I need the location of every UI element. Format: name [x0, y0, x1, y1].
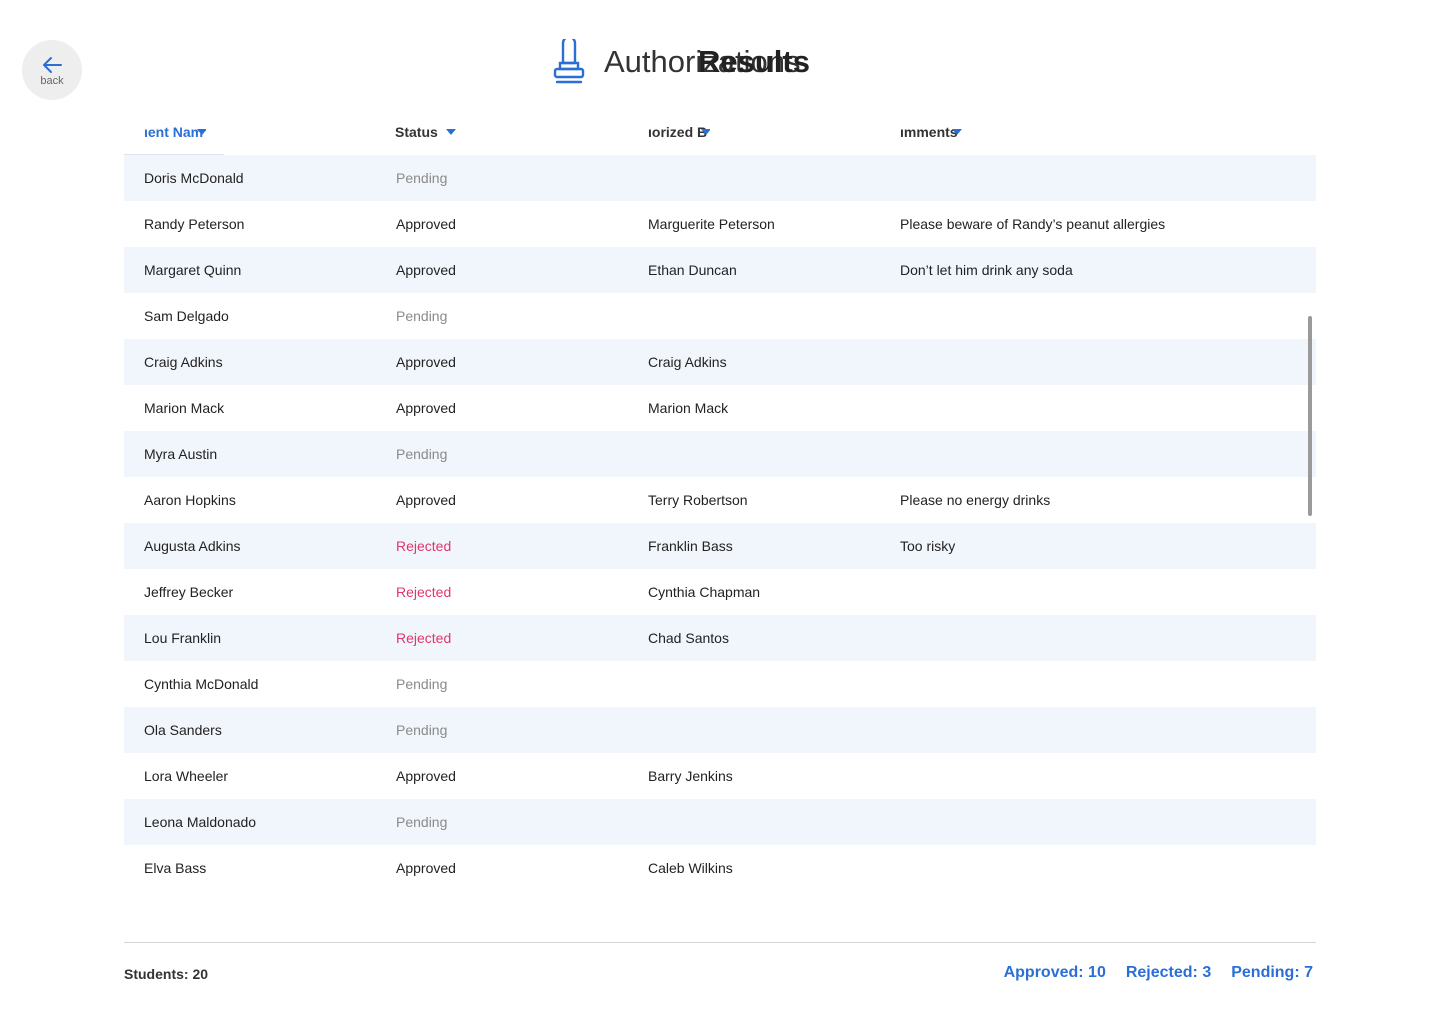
column-header-status[interactable]: Status [395, 122, 456, 142]
caret-down-icon [197, 129, 206, 135]
status-cell: Approved [396, 768, 456, 784]
table-row[interactable]: Doris McDonald Pending [124, 155, 1316, 201]
authorized-by-cell: Terry Robertson [648, 492, 748, 508]
table-row[interactable]: Craig Adkins Approved Craig Adkins [124, 339, 1316, 385]
student-name-cell: Lora Wheeler [144, 768, 229, 784]
footer-divider [124, 942, 1316, 943]
pending-count[interactable]: Pending: 7 [1231, 964, 1313, 982]
student-name-cell: Doris McDonald [144, 170, 244, 186]
page-title-current: Results [698, 44, 810, 79]
column-header-comments[interactable]: ımments [900, 122, 964, 142]
authorized-by-cell: Franklin Bass [648, 538, 733, 554]
student-name-cell: Randy Peterson [144, 216, 245, 232]
status-cell: Pending [396, 446, 448, 462]
status-cell: Pending [396, 308, 448, 324]
column-header-student-name[interactable]: ıent Nam [144, 122, 206, 142]
authorized-by-cell: Caleb Wilkins [648, 860, 733, 876]
caret-down-icon [951, 129, 962, 135]
student-name-cell: Elva Bass [144, 860, 207, 876]
back-button[interactable]: back [22, 40, 82, 100]
student-name-cell: Marion Mack [144, 400, 225, 416]
rejected-count[interactable]: Rejected: 3 [1126, 964, 1211, 982]
status-cell: Approved [396, 400, 456, 416]
status-cell: Rejected [396, 538, 452, 554]
comments-cell: Too risky [900, 538, 956, 554]
authorized-by-cell: Marion Mack [648, 400, 729, 416]
authorized-by-cell: Ethan Duncan [648, 262, 737, 278]
table-row[interactable]: Elva Bass Approved Caleb Wilkins [124, 845, 1316, 891]
status-cell: Pending [396, 722, 448, 738]
authorized-by-cell: Marguerite Peterson [648, 216, 775, 232]
table-row[interactable]: Cynthia McDonald Pending [124, 661, 1316, 707]
student-name-cell: Cynthia McDonald [144, 676, 259, 692]
comments-cell: Please beware of Randy’s peanut allergie… [900, 216, 1166, 232]
table-row[interactable]: Augusta Adkins Rejected Franklin Bass Too r… [124, 523, 1316, 569]
page-header: Authorizations Results [552, 38, 864, 86]
authorized-by-cell: Chad Santos [648, 630, 729, 646]
approved-count[interactable]: Approved: 10 [1004, 964, 1106, 982]
student-name-cell: Aaron Hopkins [144, 492, 236, 508]
results-table: ıent Nam Status ıorized B ımments Doris … [124, 104, 1316, 891]
student-name-cell: Leona Maldonado [144, 814, 257, 830]
status-cell: Approved [396, 262, 456, 278]
student-name-cell: Myra Austin [144, 446, 218, 462]
student-name-cell: Margaret Quinn [144, 262, 242, 278]
table-row[interactable]: Sam Delgado Pending [124, 293, 1316, 339]
table-row[interactable]: Marion Mack Approved Marion Mack [124, 385, 1316, 431]
table-row[interactable]: Jeffrey Becker Rejected Cynthia Chapman [124, 569, 1316, 615]
student-name-cell: Augusta Adkins [144, 538, 241, 554]
table-row[interactable]: Randy Peterson Approved Marguerite Peterso… [124, 201, 1316, 247]
table-row[interactable]: Margaret Quinn Approved Ethan Duncan Don’t … [124, 247, 1316, 293]
arrow-left-icon [43, 56, 62, 73]
table-row[interactable]: Ola Sanders Pending [124, 707, 1316, 753]
table-row[interactable]: Lora Wheeler Approved Barry Jenkins [124, 753, 1316, 799]
status-cell: Rejected [396, 584, 452, 600]
stamp-icon [553, 39, 585, 84]
authorized-by-cell: Cynthia Chapman [648, 584, 761, 600]
status-cell: Pending [396, 170, 448, 186]
page-title: Authorizations Results [604, 38, 864, 86]
status-cell: Approved [396, 216, 456, 232]
student-name-cell: Craig Adkins [144, 354, 223, 370]
status-cell: Rejected [396, 630, 452, 646]
comments-cell: Please no energy drinks [900, 492, 1051, 508]
back-label: back [40, 74, 64, 87]
status-cell: Approved [396, 492, 456, 508]
student-name-cell: Sam Delgado [144, 308, 229, 324]
column-header-authorized-by[interactable]: ıorized B [648, 122, 710, 142]
scrollbar[interactable] [1308, 316, 1312, 516]
authorized-by-cell: Barry Jenkins [648, 768, 733, 784]
table-row[interactable]: Aaron Hopkins Approved Terry Robertson Plea… [124, 477, 1316, 523]
student-name-cell: Ola Sanders [144, 722, 222, 738]
table-row[interactable]: Leona Maldonado Pending [124, 799, 1316, 845]
comments-cell: Don’t let him drink any soda [900, 262, 1073, 278]
table-row[interactable]: Lou Franklin Rejected Chad Santos [124, 615, 1316, 661]
student-name-cell: Lou Franklin [144, 630, 222, 646]
student-name-cell: Jeffrey Becker [144, 584, 234, 600]
status-counts: Approved: 10 Rejected: 3 Pending: 7 [1004, 964, 1313, 982]
summary-footer: Students: 20 Approved: 10 Rejected: 3 Pe… [124, 962, 1316, 986]
status-cell: Pending [396, 814, 448, 830]
table-row[interactable]: Myra Austin Pending [124, 431, 1316, 477]
table-body: Doris McDonald Pending Randy Peterson Appro… [124, 155, 1316, 891]
caret-down-icon [701, 129, 710, 135]
authorized-by-cell: Craig Adkins [648, 354, 727, 370]
status-cell: Pending [396, 676, 448, 692]
caret-down-icon [445, 129, 456, 135]
status-cell: Approved [396, 860, 456, 876]
status-cell: Approved [396, 354, 456, 370]
students-count: Students: 20 [124, 966, 209, 982]
table-header: ıent Nam Status ıorized B ımments [124, 104, 1316, 155]
